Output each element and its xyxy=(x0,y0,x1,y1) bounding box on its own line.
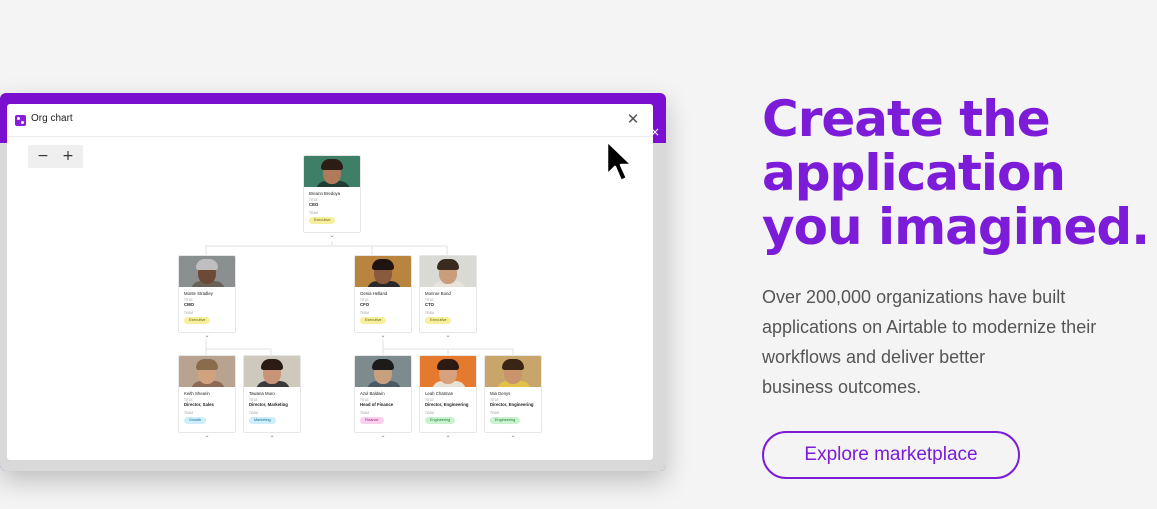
chevron-down-icon[interactable]: ⌄ xyxy=(203,333,211,339)
team-badge: Executive xyxy=(425,317,452,324)
hero-headline: Create the application you imagined. xyxy=(762,92,1157,254)
person-card[interactable]: Keith Shearin TITLE Director, Sales TEAM Gro… xyxy=(178,355,236,433)
person-name: Monte Stradley xyxy=(184,291,213,296)
team-label: TEAM xyxy=(425,311,434,315)
team-badge: Marketing xyxy=(249,417,276,424)
person-photo xyxy=(179,256,235,287)
person-card[interactable]: Mia Denys TITLE Director, Engineering TEAM E… xyxy=(484,355,542,433)
person-card[interactable]: Genia Helland TITLE CFO TEAM Executive xyxy=(354,255,412,333)
photo-hair xyxy=(437,259,459,270)
hero-description: Over 200,000 organizations have built ap… xyxy=(762,282,1157,402)
person-photo xyxy=(244,356,300,387)
team-badge: Executive xyxy=(360,317,387,324)
person-name: Keith Shearin xyxy=(184,391,210,396)
team-badge: Engineering xyxy=(490,417,521,424)
person-title: CMO xyxy=(184,302,195,307)
person-title: CTO xyxy=(425,302,434,307)
description-line: Over 200,000 organizations have built xyxy=(762,287,1066,307)
team-label: TEAM xyxy=(360,411,369,415)
person-title: Director, Engineering xyxy=(425,402,469,407)
photo-hair xyxy=(372,359,394,370)
description-line: workflows and deliver better xyxy=(762,347,986,367)
team-label: TEAM xyxy=(425,411,434,415)
photo-hair xyxy=(321,159,343,170)
photo-hair xyxy=(196,259,218,270)
person-name: Tawana Muro xyxy=(249,391,275,396)
team-label: TEAM xyxy=(249,411,258,415)
team-label: TEAM xyxy=(184,411,193,415)
team-label: TEAM xyxy=(490,411,499,415)
person-name: Monroe Bond xyxy=(425,291,451,296)
chevron-down-icon[interactable]: ⌄ xyxy=(444,333,452,339)
org-chart-modal: Org chart ✕ − + Breann Bredoya TITLE CEO TE… xyxy=(7,104,653,460)
team-badge: Executive xyxy=(184,317,211,324)
chevron-down-icon[interactable]: ⌄ xyxy=(268,433,276,439)
team-badge: Engineering xyxy=(425,417,456,424)
person-card[interactable]: Monroe Bond TITLE CTO TEAM Executive xyxy=(419,255,477,333)
person-photo xyxy=(485,356,541,387)
person-title: CEO xyxy=(309,202,319,207)
team-badge: Executive xyxy=(309,217,336,224)
mouse-pointer-icon xyxy=(605,139,634,183)
chevron-down-icon[interactable]: ⌄ xyxy=(509,433,517,439)
person-card[interactable]: Leah Chatman TITLE Director, Engineering TE… xyxy=(419,355,477,433)
headline-line: Create the xyxy=(762,90,1051,148)
chevron-down-icon[interactable]: ⌄ xyxy=(328,233,336,239)
person-title: Director, Marketing xyxy=(249,402,288,407)
headline-line: you imagined. xyxy=(762,198,1150,256)
description-line: business outcomes. xyxy=(762,377,922,397)
photo-hair xyxy=(196,359,218,370)
explore-marketplace-button[interactable]: Explore marketplace xyxy=(762,431,1020,479)
person-title: Director, Sales xyxy=(184,402,214,407)
photo-hair xyxy=(502,359,524,370)
description-line: applications on Airtable to modernize th… xyxy=(762,317,1097,337)
person-card[interactable]: Breann Bredoya TITLE CEO TEAM Executive xyxy=(303,155,361,233)
person-title: Head of Finance xyxy=(360,402,394,407)
person-photo xyxy=(355,356,411,387)
person-card[interactable]: Tawana Muro TITLE Director, Marketing TEAM M… xyxy=(243,355,301,433)
person-photo xyxy=(179,356,235,387)
team-label: TEAM xyxy=(360,311,369,315)
person-title: CFO xyxy=(360,302,370,307)
photo-hair xyxy=(261,359,283,370)
person-photo xyxy=(355,256,411,287)
chevron-down-icon[interactable]: ⌄ xyxy=(379,333,387,339)
team-badge: Growth xyxy=(184,417,207,424)
person-photo xyxy=(304,156,360,187)
person-name: Genia Helland xyxy=(360,291,388,296)
person-photo xyxy=(420,356,476,387)
person-title: Director, Engineering xyxy=(490,402,534,407)
chevron-down-icon[interactable]: ⌄ xyxy=(444,433,452,439)
chevron-down-icon[interactable]: ⌄ xyxy=(203,433,211,439)
chevron-down-icon[interactable]: ⌄ xyxy=(379,433,387,439)
person-name: Breann Bredoya xyxy=(309,191,341,196)
photo-hair xyxy=(437,359,459,370)
person-name: Leah Chatman xyxy=(425,391,454,396)
person-name: Azul Baldwin xyxy=(360,391,385,396)
team-badge: Finance xyxy=(360,417,384,424)
person-card[interactable]: Azul Baldwin TITLE Head of Finance TEAM Fina… xyxy=(354,355,412,433)
person-name: Mia Denys xyxy=(490,391,511,396)
headline-line: application xyxy=(762,144,1066,202)
team-label: TEAM xyxy=(309,211,318,215)
person-card[interactable]: Monte Stradley TITLE CMO TEAM Executive xyxy=(178,255,236,333)
photo-hair xyxy=(372,259,394,270)
team-label: TEAM xyxy=(184,311,193,315)
person-photo xyxy=(420,256,476,287)
